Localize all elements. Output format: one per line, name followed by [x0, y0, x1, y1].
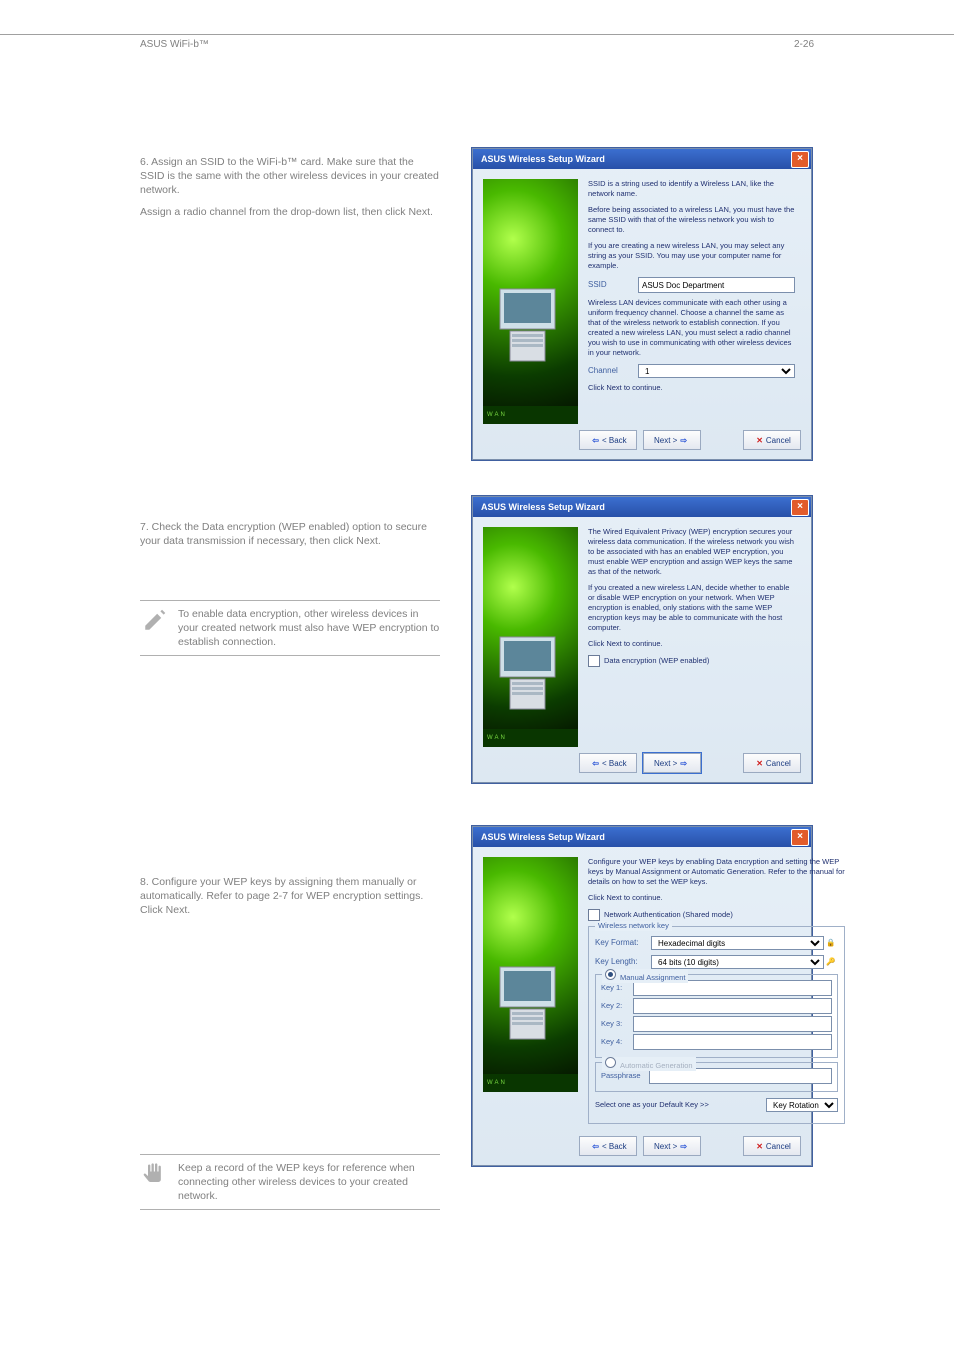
- back-button[interactable]: ⇦< Back: [579, 753, 637, 773]
- auto-radio[interactable]: [605, 1057, 616, 1068]
- close-icon[interactable]: ×: [791, 499, 809, 516]
- keylength-select[interactable]: 64 bits (10 digits): [651, 955, 824, 969]
- ssid-input[interactable]: [638, 277, 795, 293]
- ssid-label: SSID: [588, 280, 638, 290]
- channel-select[interactable]: 1: [638, 364, 795, 378]
- wizard-dialog-ssid: ASUS Wireless Setup Wizard × WAN: [472, 148, 812, 460]
- click-next-text: Click Next to continue.: [588, 639, 795, 649]
- key3-input[interactable]: [633, 1016, 832, 1032]
- dialog-title: ASUS Wireless Setup Wizard: [481, 832, 605, 842]
- next-button[interactable]: Next >⇨: [643, 753, 701, 773]
- cancel-button[interactable]: ✕Cancel: [743, 430, 801, 450]
- wepkeys-desc1: Configure your WEP keys by enabling Data…: [588, 857, 845, 887]
- brand-text: WAN: [483, 406, 578, 424]
- ssid-desc2: Before being associated to a wireless LA…: [588, 205, 795, 235]
- step-7-text: 7. Check the Data encryption (WEP enable…: [140, 520, 440, 548]
- key2-input[interactable]: [633, 998, 832, 1014]
- default-key-select[interactable]: Key Rotation: [766, 1098, 838, 1112]
- manual-label: Manual Assignment: [620, 973, 685, 982]
- wep-desc1: The Wired Equivalent Privacy (WEP) encry…: [588, 527, 795, 577]
- lock-icon: 🔒: [824, 938, 838, 948]
- channel-desc: Wireless LAN devices communicate with ea…: [588, 298, 795, 358]
- brand-text: WAN: [483, 1074, 578, 1092]
- hand-note-icon: [140, 1161, 170, 1203]
- click-next-text: Click Next to continue.: [588, 383, 795, 393]
- key4-input[interactable]: [633, 1034, 832, 1050]
- auth-checkbox[interactable]: [588, 909, 600, 921]
- note1-text: To enable data encryption, other wireles…: [178, 607, 440, 649]
- keylength-label: Key Length:: [595, 957, 651, 967]
- close-icon[interactable]: ×: [791, 151, 809, 168]
- pencil-note-icon: [140, 607, 170, 649]
- step-6b-text: Assign a radio channel from the drop-dow…: [140, 205, 440, 219]
- footer-right: 2-26: [794, 39, 814, 50]
- manual-radio[interactable]: [605, 969, 616, 980]
- passphrase-label: Passphrase: [601, 1071, 649, 1081]
- close-icon[interactable]: ×: [791, 829, 809, 846]
- auth-label: Network Authentication (Shared mode): [604, 910, 733, 920]
- dialog-title: ASUS Wireless Setup Wizard: [481, 502, 605, 512]
- key4-label: Key 4:: [601, 1037, 633, 1047]
- keyformat-label: Key Format:: [595, 938, 651, 948]
- wep-enable-label: Data encryption (WEP enabled): [604, 656, 709, 666]
- back-button[interactable]: ⇦< Back: [579, 1136, 637, 1156]
- auto-label: Automatic Generation: [620, 1061, 693, 1070]
- key1-label: Key 1:: [601, 983, 633, 993]
- key3-label: Key 3:: [601, 1019, 633, 1029]
- next-button[interactable]: Next >⇨: [643, 1136, 701, 1156]
- keyformat-select[interactable]: Hexadecimal digits: [651, 936, 824, 950]
- wizard-side-graphic: WAN: [483, 179, 578, 424]
- cancel-button[interactable]: ✕Cancel: [743, 1136, 801, 1156]
- wizard-dialog-wepkeys: ASUS Wireless Setup Wizard × WAN: [472, 826, 812, 1166]
- next-button[interactable]: Next >⇨: [643, 430, 701, 450]
- wizard-side-graphic: WAN: [483, 857, 578, 1092]
- dialog-title: ASUS Wireless Setup Wizard: [481, 154, 605, 164]
- cancel-button[interactable]: ✕Cancel: [743, 753, 801, 773]
- wizard-side-graphic: WAN: [483, 527, 578, 747]
- step-8-text: 8. Configure your WEP keys by assigning …: [140, 875, 440, 917]
- wizard-dialog-wep: ASUS Wireless Setup Wizard × WAN: [472, 496, 812, 783]
- key2-label: Key 2:: [601, 1001, 633, 1011]
- brand-text: WAN: [483, 729, 578, 747]
- back-button[interactable]: ⇦< Back: [579, 430, 637, 450]
- footer-left: ASUS WiFi-b™: [140, 39, 209, 50]
- step-6-text: 6. Assign an SSID to the WiFi-b™ card. M…: [140, 155, 440, 197]
- group-title-text: Wireless network key: [595, 921, 672, 931]
- note2-text: Keep a record of the WEP keys for refere…: [178, 1161, 440, 1203]
- wep-desc2: If you created a new wireless LAN, decid…: [588, 583, 795, 633]
- click-next-text: Click Next to continue.: [588, 893, 845, 903]
- channel-label: Channel: [588, 366, 638, 376]
- wireless-key-group: Wireless network key Key Format: Hexadec…: [588, 926, 845, 1124]
- key-icon: 🔑: [824, 957, 838, 967]
- ssid-desc3: If you are creating a new wireless LAN, …: [588, 241, 795, 271]
- wep-checkbox[interactable]: [588, 655, 600, 667]
- ssid-desc1: SSID is a string used to identify a Wire…: [588, 179, 795, 199]
- default-key-label: Select one as your Default Key >>: [595, 1100, 766, 1110]
